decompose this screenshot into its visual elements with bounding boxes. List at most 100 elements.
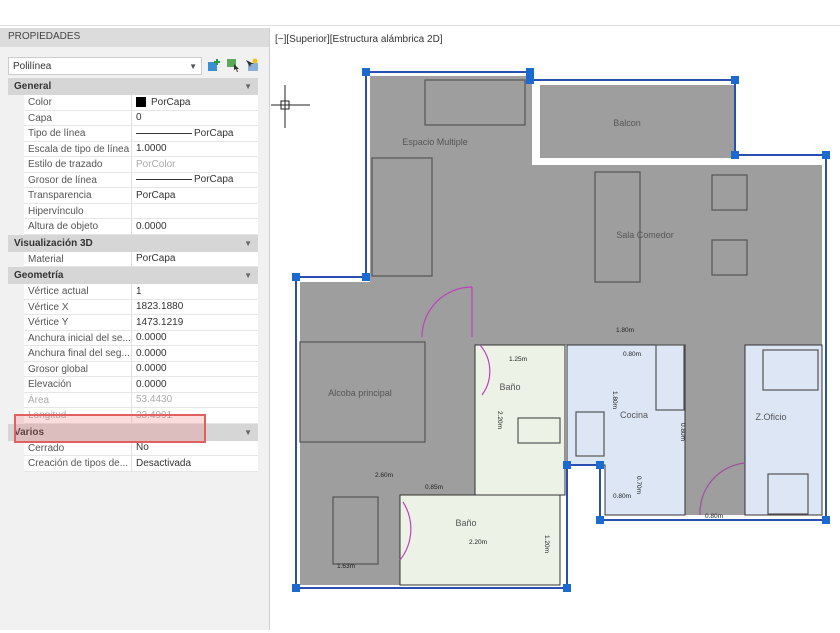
property-value[interactable]: PorColor [132, 157, 258, 172]
property-value[interactable]: Desactivada [132, 456, 258, 471]
property-row[interactable]: Anchura final del seg... 0.0000 [24, 346, 258, 362]
property-row[interactable]: Escala de tipo de línea 1.0000 [24, 141, 258, 157]
property-name: Altura de objeto [24, 219, 132, 234]
section-general[interactable]: General ▼ [8, 78, 258, 95]
collapse-icon[interactable]: ▼ [244, 82, 252, 91]
property-name: Grosor de línea [24, 172, 132, 187]
grip-handle[interactable] [596, 516, 604, 524]
property-value-text: PorCapa [151, 96, 191, 108]
property-value[interactable]: 0.0000 [132, 331, 258, 346]
property-value[interactable]: PorCapa [132, 252, 258, 267]
drawing-viewport[interactable]: [−][Superior][Estructura alámbrica 2D] E… [268, 28, 840, 630]
property-value-text: PorCapa [194, 174, 234, 186]
dimension-label: 0.70m [635, 476, 642, 494]
oficio-area [744, 344, 823, 516]
property-row[interactable]: Hipervínculo [24, 203, 258, 219]
select-objects-icon[interactable] [226, 58, 240, 72]
floor-plan[interactable]: Espacio Multiple Balcon Sala Comedor Alcoba… [268, 28, 840, 630]
property-value[interactable]: PorCapa [132, 126, 258, 141]
property-row[interactable]: Estilo de trazado PorColor [24, 157, 258, 173]
property-row[interactable]: Área 53.4430 [24, 392, 258, 408]
chevron-down-icon: ▼ [189, 62, 197, 71]
property-value[interactable]: 1823.1880 [132, 300, 258, 315]
property-value[interactable]: 0 [132, 111, 258, 126]
grip-handle[interactable] [526, 76, 534, 84]
property-value[interactable]: PorCapa [132, 95, 258, 110]
grip-handle[interactable] [362, 273, 370, 281]
property-name: Material [24, 251, 132, 266]
property-name: Anchura final del seg... [24, 346, 132, 361]
property-value[interactable]: 0.0000 [132, 377, 258, 392]
property-value-text: 0.0000 [136, 220, 167, 232]
property-name: Capa [24, 110, 132, 125]
dimension-label: 0.80m [613, 493, 631, 500]
property-row[interactable]: Capa 0 [24, 110, 258, 126]
section-geom[interactable]: Geometría ▼ [8, 267, 258, 284]
property-value[interactable]: PorCapa [132, 188, 258, 203]
property-name: Estilo de trazado [24, 157, 132, 172]
property-value[interactable]: PorCapa [132, 173, 258, 188]
property-row[interactable]: Grosor global 0.0000 [24, 361, 258, 377]
property-value-text: 53.4430 [136, 394, 173, 406]
grip-handle[interactable] [563, 584, 571, 592]
grip-handle[interactable] [822, 151, 830, 159]
property-value[interactable]: 0.0000 [132, 362, 258, 377]
property-row[interactable]: Color PorCapa [24, 95, 258, 111]
property-row[interactable]: Grosor de línea PorCapa [24, 172, 258, 188]
property-value-text: 1473.1219 [136, 316, 184, 328]
property-row[interactable]: Vértice Y 1473.1219 [24, 315, 258, 331]
toggle-pickadd-icon[interactable] [207, 58, 221, 72]
property-row[interactable]: Elevación 0.0000 [24, 377, 258, 393]
property-grid: General ▼ Color PorCapa Capa 0 Tipo de línea Po… [8, 78, 258, 472]
property-value-text: No [136, 442, 149, 454]
property-row[interactable]: Vértice X 1823.1880 [24, 299, 258, 315]
property-value[interactable]: 1.0000 [132, 142, 258, 157]
properties-panel: PROPIEDADES Polilínea ▼ General ▼ Color PorC… [0, 28, 270, 630]
property-name: Transparencia [24, 188, 132, 203]
grip-handle[interactable] [526, 68, 534, 76]
property-value[interactable] [132, 204, 258, 219]
collapse-icon[interactable]: ▼ [244, 428, 252, 437]
property-row[interactable]: Transparencia PorCapa [24, 188, 258, 204]
collapse-icon[interactable]: ▼ [244, 239, 252, 248]
object-type-value: Polilínea [13, 61, 52, 72]
property-value-text: 0.0000 [136, 347, 167, 359]
property-value[interactable]: 53.4430 [132, 393, 258, 408]
property-name: Elevación [24, 377, 132, 392]
property-row[interactable]: Altura de objeto 0.0000 [24, 219, 258, 235]
grip-handle[interactable] [731, 76, 739, 84]
property-row[interactable]: Creación de tipos de... Desactivada [24, 456, 258, 472]
room-label: Alcoba principal [328, 388, 392, 398]
property-row[interactable]: Anchura inicial del se... 0.0000 [24, 330, 258, 346]
object-type-select[interactable]: Polilínea ▼ [8, 57, 202, 75]
dimension-label: 0.85m [425, 484, 443, 491]
collapse-icon[interactable]: ▼ [244, 271, 252, 280]
grip-handle[interactable] [563, 461, 571, 469]
property-row[interactable]: Tipo de línea PorCapa [24, 126, 258, 142]
grip-handle[interactable] [822, 516, 830, 524]
property-value-text: PorCapa [136, 189, 176, 201]
property-value-text: 0.0000 [136, 332, 167, 344]
property-value[interactable]: 0.0000 [132, 219, 258, 234]
grip-handle[interactable] [731, 151, 739, 159]
top-bar [0, 0, 840, 26]
property-value[interactable]: 0.0000 [132, 346, 258, 361]
grip-handle[interactable] [292, 584, 300, 592]
section-title: General [14, 81, 52, 92]
area-highlight [14, 414, 206, 443]
section-vis3d[interactable]: Visualización 3D ▼ [8, 234, 258, 252]
dimension-label: 2.60m [375, 472, 393, 479]
property-name: Tipo de línea [24, 126, 132, 141]
grip-handle[interactable] [292, 273, 300, 281]
property-value-text: 0.0000 [136, 363, 167, 375]
line-sample [136, 132, 192, 134]
grip-handle[interactable] [362, 68, 370, 76]
viewport-controls-label[interactable]: [−][Superior][Estructura alámbrica 2D] [275, 34, 443, 45]
property-value[interactable]: 1 [132, 284, 258, 299]
property-row[interactable]: Vértice actual 1 [24, 284, 258, 300]
grip-handle[interactable] [596, 461, 604, 469]
property-row[interactable]: Material PorCapa [24, 251, 258, 267]
property-value[interactable]: 1473.1219 [132, 315, 258, 330]
quick-select-icon[interactable] [245, 58, 259, 72]
room-label: Cocina [620, 410, 648, 420]
